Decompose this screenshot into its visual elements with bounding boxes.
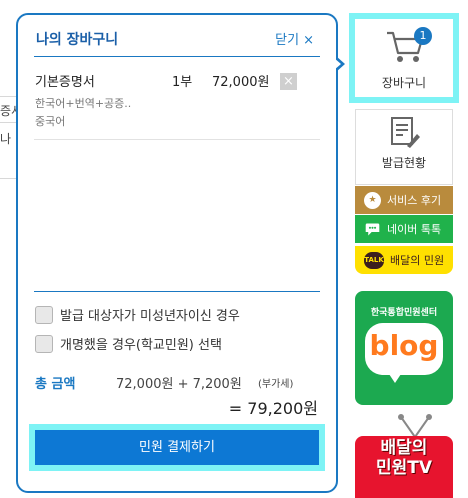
cart-menu-highlight: 1 장바구니 [349, 13, 459, 103]
minor-checkbox-row[interactable]: 발급 대상자가 미성년자이신 경우 [35, 305, 240, 324]
naver-talk-label: 네이버 톡톡 [387, 223, 442, 236]
close-button[interactable]: 닫기 × [275, 29, 314, 48]
blog-bubble-tail [387, 371, 403, 383]
document-edit-icon [391, 117, 420, 148]
issue-status-label: 발급현황 [381, 156, 427, 170]
remove-item-icon[interactable]: × [280, 73, 297, 90]
item-quantity: 1부 [172, 75, 193, 90]
tv-banner-text: 배달의 민원TV [355, 438, 453, 478]
cart-menu-label: 장바구니 [381, 76, 427, 90]
item-language: 중국어 [35, 115, 66, 128]
item-options: 한국어+번역+공증.. [35, 97, 132, 110]
pay-button-highlight: 민원 결제하기 [29, 424, 325, 471]
total-calculation: 72,000원 + 7,200원 [116, 377, 242, 392]
name-change-checkbox-label: 개명했을 경우(학교민원) 선택 [60, 338, 222, 353]
issue-status-button[interactable]: 발급현황 [355, 109, 453, 185]
blog-speech-bubble: blog [365, 323, 443, 375]
close-label: 닫기 [275, 33, 300, 48]
item-price: 72,000원 [212, 75, 270, 90]
kakao-talk-icon: TALK [364, 251, 384, 269]
star-icon: ★ [364, 191, 381, 209]
delivery-tv-banner[interactable]: 배달의 민원TV [355, 436, 453, 498]
item-name: 기본증명서 [35, 75, 95, 90]
panel-pointer-inner [334, 58, 341, 70]
kakao-talk-label: 배달의 민원 [390, 254, 445, 267]
divider [34, 56, 320, 57]
total-amount: = 79,200원 [228, 399, 318, 418]
total-label: 총 금액 [35, 377, 76, 392]
cart-menu-button[interactable]: 1 장바구니 [355, 19, 453, 97]
divider [34, 139, 320, 140]
service-review-button[interactable]: ★ 서비스 후기 [355, 186, 453, 214]
cart-title: 나의 장바구니 [36, 32, 119, 48]
kakao-talk-button[interactable]: TALK 배달의 민원 [355, 246, 453, 274]
blog-logo-text: blog [369, 329, 439, 362]
minor-checkbox[interactable] [35, 305, 53, 324]
pay-button[interactable]: 민원 결제하기 [35, 430, 319, 465]
chat-bubble-icon [365, 223, 380, 235]
blog-banner[interactable]: 한국통합민원센터 blog [355, 291, 453, 405]
naver-talk-button[interactable]: 네이버 톡톡 [355, 215, 453, 243]
divider [34, 291, 320, 292]
tv-banner-line2: 민원TV [375, 458, 433, 478]
blog-banner-title: 한국통합민원센터 [370, 308, 438, 318]
name-change-checkbox-row[interactable]: 개명했을 경우(학교민원) 선택 [35, 334, 222, 353]
cart-panel: 나의 장바구니 닫기 × 기본증명서 1부 72,000원 × 한국어+번역+공증… [16, 13, 338, 493]
cart-count-badge: 1 [414, 27, 432, 45]
tv-banner-line1: 배달의 [380, 438, 428, 458]
minor-checkbox-label: 발급 대상자가 미성년자이신 경우 [60, 309, 240, 324]
service-review-label: 서비스 후기 [387, 194, 442, 207]
vat-note: (부가세) [258, 379, 294, 390]
close-icon: × [303, 33, 314, 48]
name-change-checkbox[interactable] [35, 334, 53, 353]
